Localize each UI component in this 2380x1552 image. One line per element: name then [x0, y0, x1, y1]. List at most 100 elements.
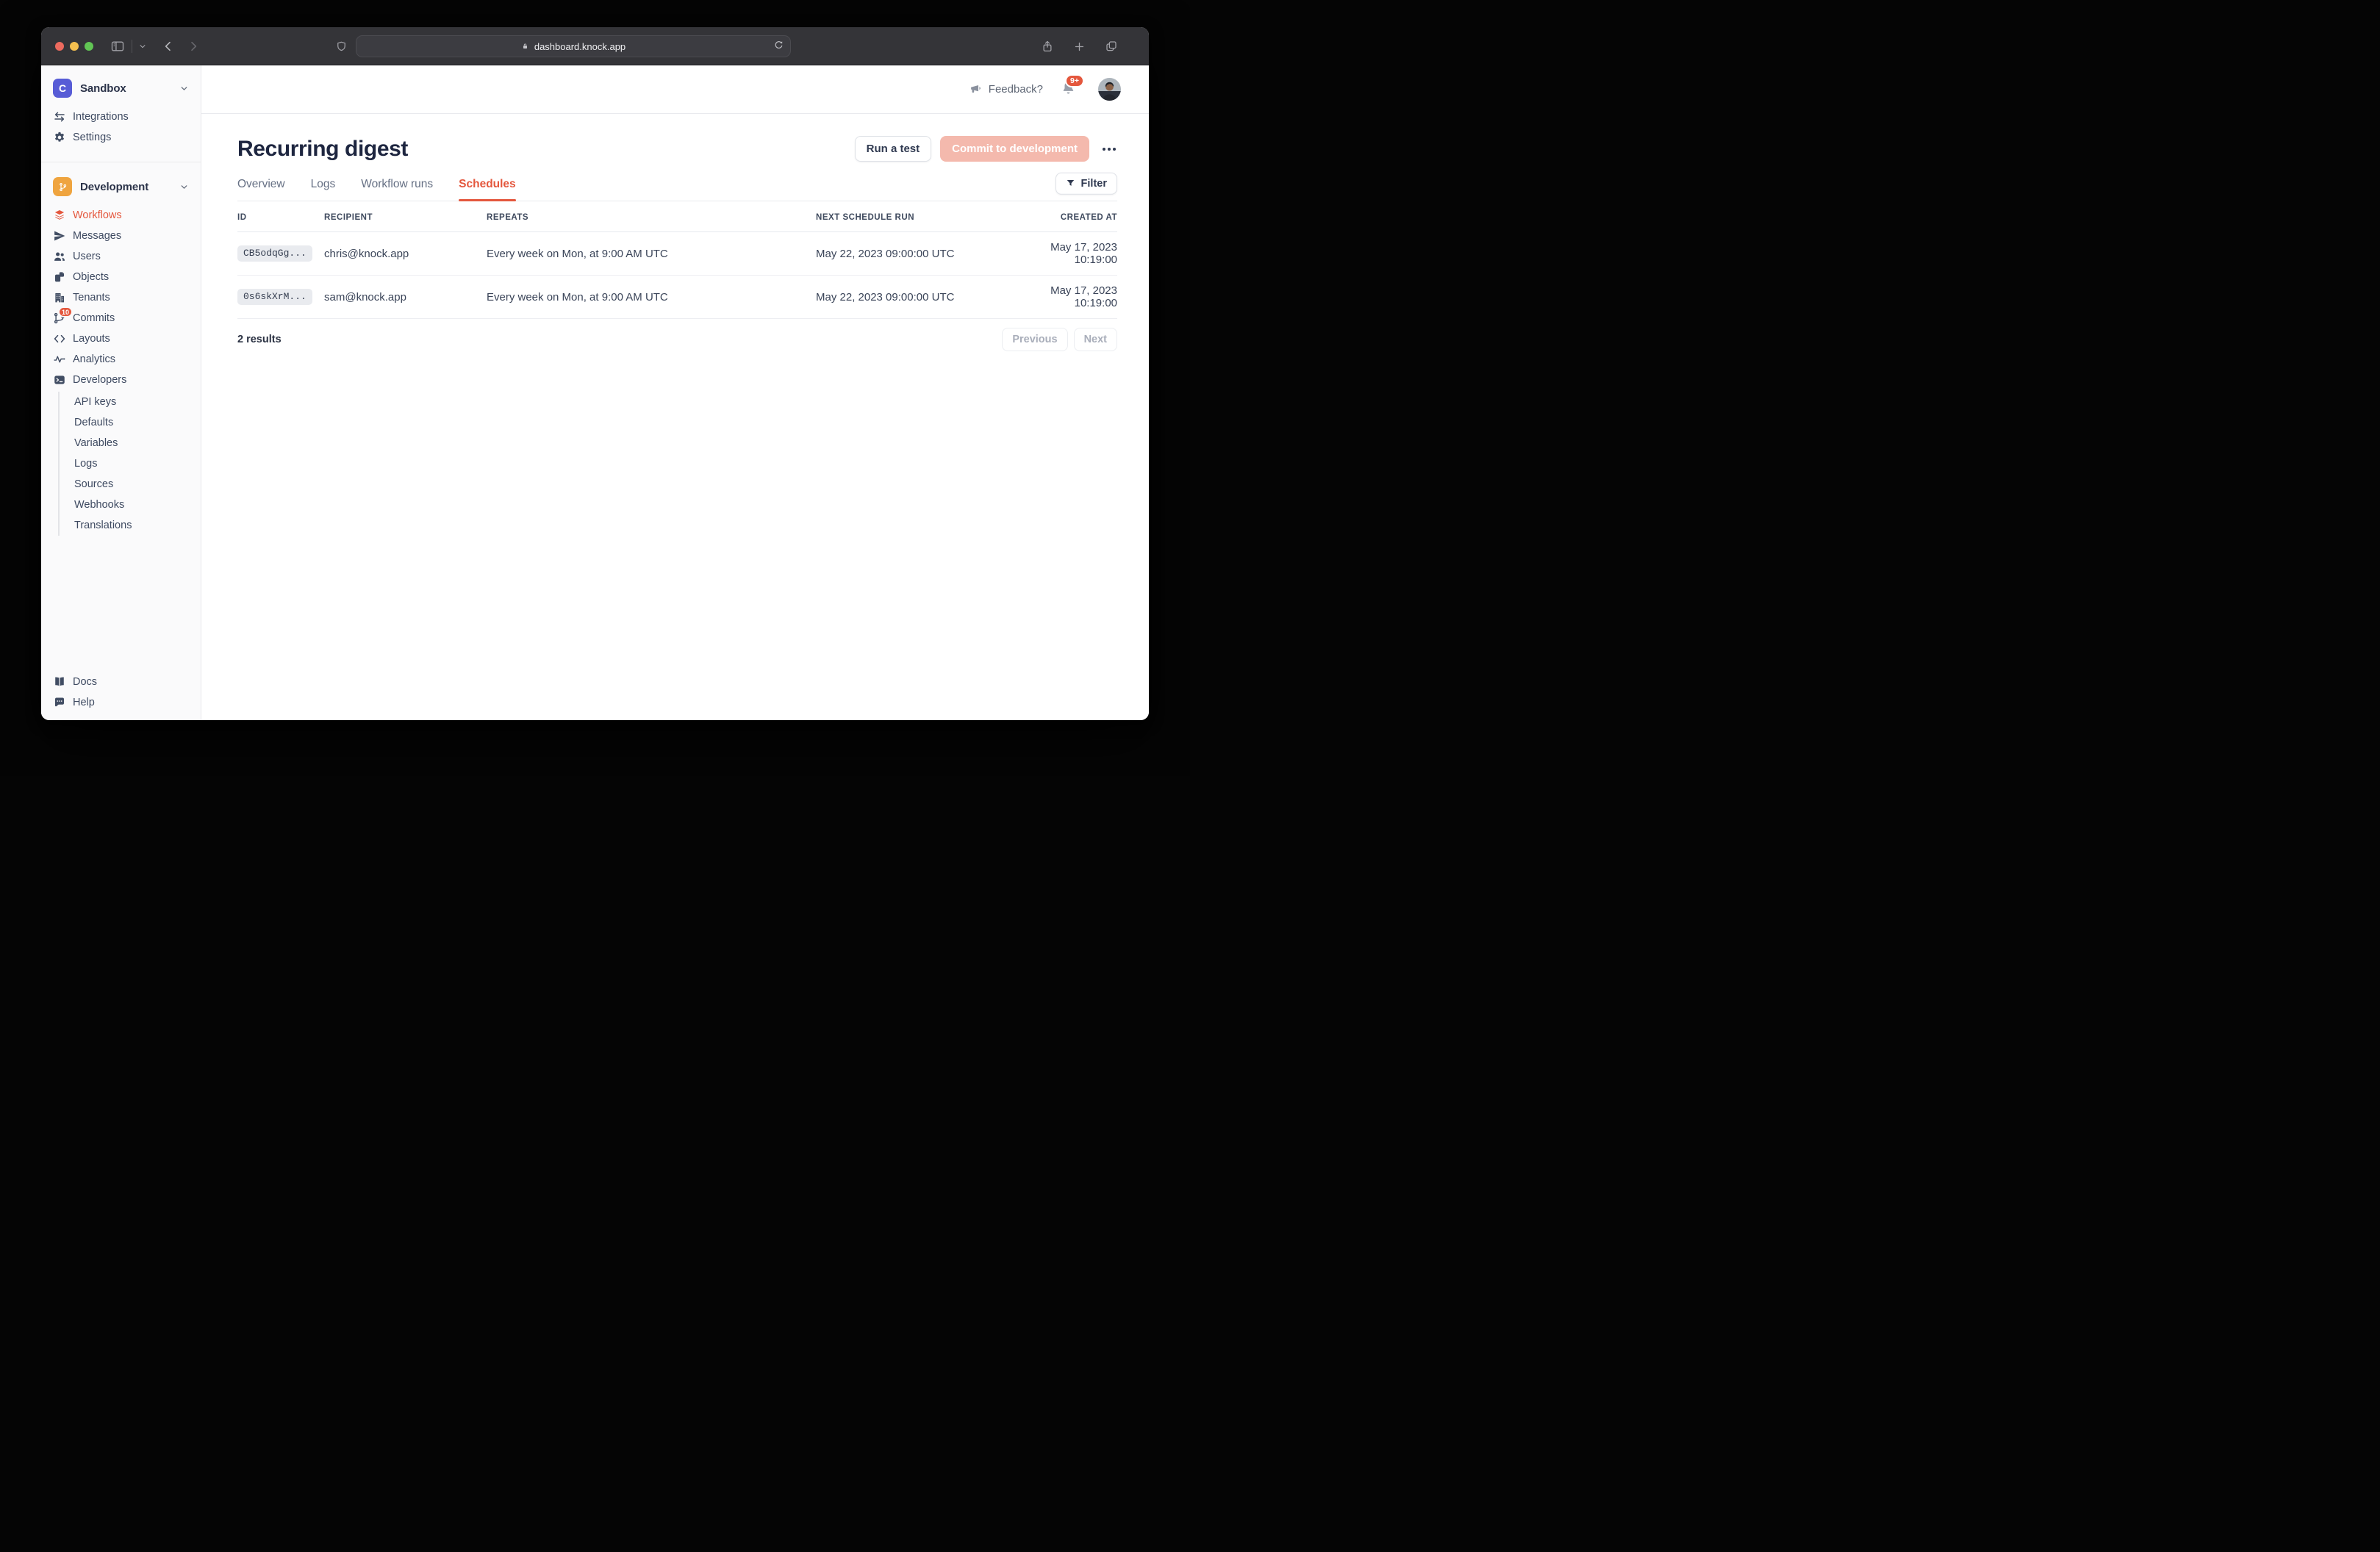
repeats-cell: Every week on Mon, at 9:00 AM UTC — [487, 232, 816, 276]
sidebar-item-help[interactable]: Help — [41, 692, 201, 713]
sidebar-item-analytics[interactable]: Analytics — [41, 349, 201, 370]
feedback-label: Feedback? — [989, 83, 1043, 96]
feedback-button[interactable]: Feedback? — [969, 83, 1043, 96]
sidebar-item-label: Sources — [74, 478, 113, 490]
sidebar-subitem-api-keys[interactable]: API keys — [60, 392, 201, 412]
sidebar-item-settings[interactable]: Settings — [41, 127, 201, 148]
sidebar-item-objects[interactable]: Objects — [41, 267, 201, 287]
tenants-icon — [52, 291, 67, 304]
url-text: dashboard.knock.app — [534, 41, 626, 52]
tab-overview-icon[interactable] — [1105, 40, 1118, 53]
refresh-icon[interactable] — [773, 40, 784, 53]
sidebar-subitem-sources[interactable]: Sources — [60, 474, 201, 495]
tab-schedules[interactable]: Schedules — [459, 178, 516, 201]
tab-logs[interactable]: Logs — [311, 178, 336, 201]
sidebar-item-label: Analytics — [73, 353, 115, 365]
layouts-icon — [52, 332, 67, 345]
chevron-down-icon — [179, 182, 189, 192]
tab-overview[interactable]: Overview — [237, 178, 285, 201]
privacy-shield-icon[interactable] — [335, 40, 348, 53]
sidebar-item-docs[interactable]: Docs — [41, 672, 201, 692]
integrations-icon — [52, 110, 67, 123]
run-a-test-button[interactable]: Run a test — [855, 136, 932, 162]
sandbox-env-icon: C — [53, 79, 72, 98]
pagination: Previous Next — [1002, 328, 1117, 351]
next-page-button[interactable]: Next — [1074, 328, 1117, 351]
browser-window: dashboard.knock.app — [41, 27, 1149, 720]
table-row[interactable]: 0s6skXrM... sam@knock.app Every week on … — [237, 276, 1117, 319]
filter-button[interactable]: Filter — [1055, 172, 1117, 194]
sidebar-item-tenants[interactable]: Tenants — [41, 287, 201, 308]
env-switcher-development[interactable]: Development — [41, 173, 201, 201]
sidebar-subitem-defaults[interactable]: Defaults — [60, 412, 201, 433]
users-icon — [52, 250, 67, 263]
sidebar-item-commits[interactable]: 10 Commits — [41, 308, 201, 328]
sidebar-item-developers[interactable]: Developers — [41, 370, 201, 390]
analytics-icon — [52, 353, 67, 366]
sidebar-item-label: Layouts — [73, 333, 110, 345]
sidebar-item-label: Settings — [73, 132, 111, 143]
share-icon[interactable] — [1041, 40, 1054, 53]
commits-badge: 10 — [58, 306, 73, 317]
sidebar-item-label: Integrations — [73, 111, 129, 123]
sidebar-item-label: Commits — [73, 312, 115, 324]
page-content: Recurring digest Run a test Commit to de… — [201, 114, 1149, 351]
recipient-cell: chris@knock.app — [324, 232, 487, 276]
forward-icon[interactable] — [187, 40, 199, 52]
env-name: Development — [80, 181, 148, 193]
sidebar: C Sandbox Integrations — [41, 65, 201, 720]
window-controls — [55, 42, 93, 51]
app-header: Feedback? 9+ — [201, 65, 1149, 114]
sidebar-chevron-down-icon[interactable] — [139, 43, 146, 50]
new-tab-icon[interactable] — [1073, 40, 1086, 53]
sidebar-item-messages[interactable]: Messages — [41, 226, 201, 246]
created-at-cell: May 17, 2023 10:19:00 — [1040, 232, 1117, 276]
zoom-button[interactable] — [85, 42, 93, 51]
recipient-cell: sam@knock.app — [324, 276, 487, 319]
close-button[interactable] — [55, 42, 64, 51]
schedule-id[interactable]: CB5odqGg... — [237, 245, 312, 262]
browser-nav-group — [110, 27, 199, 65]
tab-workflow-runs[interactable]: Workflow runs — [361, 178, 433, 201]
sidebar-subitem-variables[interactable]: Variables — [60, 433, 201, 453]
help-icon — [52, 696, 67, 709]
sidebar-item-users[interactable]: Users — [41, 246, 201, 267]
sidebar-subitem-translations[interactable]: Translations — [60, 515, 201, 536]
sidebar-item-label: Defaults — [74, 417, 113, 428]
sidebar-subitem-webhooks[interactable]: Webhooks — [60, 495, 201, 515]
sidebar-item-label: Docs — [73, 676, 97, 688]
sidebar-item-workflows[interactable]: Workflows — [41, 205, 201, 226]
sidebar-item-label: Developers — [73, 374, 126, 386]
sidebar-subitem-logs[interactable]: Logs — [60, 453, 201, 474]
sandbox-nav: Integrations Settings — [41, 107, 201, 148]
schedule-id[interactable]: 0s6skXrM... — [237, 289, 312, 305]
column-header-next-schedule-run: NEXT SCHEDULE RUN — [816, 201, 1040, 232]
back-icon[interactable] — [162, 40, 174, 52]
sidebar-item-layouts[interactable]: Layouts — [41, 328, 201, 349]
desktop-background: dashboard.knock.app — [0, 0, 1190, 776]
minimize-button[interactable] — [70, 42, 79, 51]
address-bar-group: dashboard.knock.app — [335, 27, 791, 65]
notifications-button[interactable]: 9+ — [1061, 80, 1076, 99]
column-header-recipient: RECIPIENT — [324, 201, 487, 232]
column-header-created-at: CREATED AT — [1040, 201, 1117, 232]
settings-icon — [52, 131, 67, 144]
table-header-row: ID RECIPIENT REPEATS NEXT SCHEDULE RUN C… — [237, 201, 1117, 232]
sidebar-item-label: Logs — [74, 458, 97, 470]
address-bar[interactable]: dashboard.knock.app — [356, 35, 791, 57]
sidebar-toggle-icon[interactable] — [110, 39, 125, 54]
chevron-down-icon — [179, 84, 189, 93]
previous-page-button[interactable]: Previous — [1002, 328, 1067, 351]
commit-to-development-button[interactable]: Commit to development — [940, 136, 1089, 162]
sidebar-item-integrations[interactable]: Integrations — [41, 107, 201, 127]
results-count: 2 results — [237, 334, 282, 345]
developers-subnav: API keys Defaults Variables Logs Sources… — [58, 392, 201, 536]
env-switcher-sandbox[interactable]: C Sandbox — [41, 74, 201, 102]
created-at-cell: May 17, 2023 10:19:00 — [1040, 276, 1117, 319]
more-options-button[interactable] — [1101, 143, 1117, 155]
commits-icon: 10 — [52, 312, 67, 325]
table-row[interactable]: CB5odqGg... chris@knock.app Every week o… — [237, 232, 1117, 276]
megaphone-icon — [969, 83, 982, 96]
user-avatar[interactable] — [1098, 78, 1121, 101]
developers-icon — [52, 373, 67, 387]
